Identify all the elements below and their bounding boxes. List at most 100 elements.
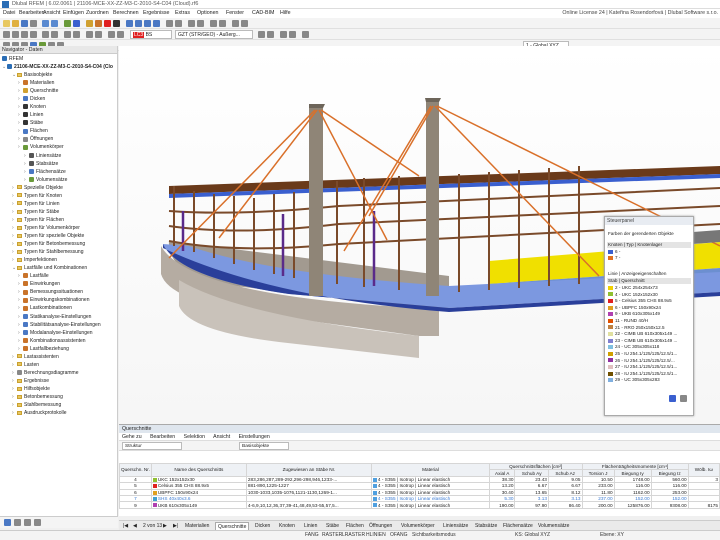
menu-extras[interactable]: Extras [175, 10, 190, 16]
measure-icon[interactable] [64, 31, 71, 38]
display-icon[interactable] [232, 20, 239, 27]
col-material[interactable]: Material [370, 463, 490, 477]
cross-section-color-item[interactable]: 28 - IU 254.1/125/125/12.5/1... [608, 371, 677, 376]
panel-icon[interactable] [302, 31, 309, 38]
copy-icon[interactable] [21, 31, 28, 38]
cross-section-color-item[interactable]: 6 - UBPFC 150x90x24 [608, 305, 661, 310]
cross-section-color-item[interactable]: 5 - Celsius 355 CHS 88.9x5 [608, 298, 672, 303]
display-tab-icon[interactable] [14, 519, 21, 526]
navigator-item[interactable]: › Dicken [18, 96, 45, 103]
menu-bearbeiten[interactable]: Bearbeiten [150, 434, 175, 440]
menu-selektion[interactable]: Selektion [184, 434, 205, 440]
cell-az[interactable]: 86.40 [547, 501, 583, 509]
navigator-item[interactable]: › Liniensätze [24, 153, 61, 160]
zoom-icon[interactable] [166, 20, 173, 27]
sheet-tab[interactable]: Volumenkörper [399, 522, 437, 530]
snap-fang[interactable]: FANG [305, 532, 319, 538]
menu-zuordnen[interactable]: Zuordnen [86, 10, 109, 16]
rotate-icon[interactable] [30, 31, 37, 38]
next-page-icon[interactable]: ▶ [161, 522, 169, 530]
cross-section-color-item[interactable]: 2 - UKC 254x254x73 [608, 285, 658, 290]
render-icon[interactable] [188, 20, 195, 27]
sheet-tab[interactable]: Öffnungen [367, 522, 394, 530]
col-name[interactable]: Name des Querschnitts [150, 463, 247, 477]
visibility-mode[interactable]: Sichtbarkeitsmodus [412, 532, 456, 538]
navigator-item[interactable]: › Stäbe [18, 120, 43, 127]
first-page-icon[interactable]: |◀ [121, 522, 130, 530]
menu-ansicht[interactable]: Ansicht [213, 434, 230, 440]
menu-cad-bim[interactable]: CAD-BIM [252, 10, 274, 16]
navigator-item[interactable]: › Materialien [18, 80, 54, 87]
redo-icon[interactable] [51, 20, 58, 27]
last-page-icon[interactable]: ▶| [171, 522, 180, 530]
view-top-icon[interactable] [144, 20, 151, 27]
menu-gehe-zu[interactable]: Gehe zu [122, 434, 142, 440]
node-type-item[interactable]: 6 - [608, 249, 620, 254]
menu-berechnen[interactable]: Berechnen [113, 10, 139, 16]
sheet-tab[interactable]: Flächensätze [501, 522, 535, 530]
navigator-item[interactable]: › Linien [18, 112, 43, 119]
results-icon[interactable] [113, 20, 120, 27]
navigator-item[interactable]: › Modalanalyse-Einstellungen [18, 330, 93, 337]
navigator-item[interactable]: › Flächensätze [24, 169, 66, 176]
snap-raster[interactable]: RASTER [322, 532, 342, 538]
snap-lraster[interactable]: LRASTER [342, 532, 365, 538]
mirror-icon[interactable] [42, 31, 49, 38]
navigator-item[interactable]: › Lastfallbeziehung [18, 346, 69, 353]
navigator-item[interactable]: › Volumensätze [24, 177, 67, 184]
cell-ay[interactable]: 97.90 [514, 501, 549, 509]
navigator-item[interactable]: › Typen für Volumenkörper [12, 225, 80, 232]
menu-bearbeiten[interactable]: Bearbeiten [19, 10, 45, 16]
menu-einstellungen[interactable]: Einstellungen [239, 434, 270, 440]
cell-assigned[interactable]: 4-6,9,10,12,36,37,39-41,48,49,53-55,57,5… [245, 501, 372, 509]
menu-ansicht[interactable]: Ansicht [43, 10, 60, 16]
navigator-item[interactable]: › Kombinationsassistenten [18, 338, 86, 345]
next-icon[interactable] [267, 31, 274, 38]
navigator-item[interactable]: › Querschnitte [18, 88, 58, 95]
select-icon[interactable] [3, 31, 10, 38]
basic-objects-dropdown[interactable]: Basisobjekte [239, 442, 289, 450]
menu-einfuegen[interactable]: Einfügen [63, 10, 84, 16]
navigator-item[interactable]: › Ergebnisse [12, 378, 49, 385]
filter-icon[interactable] [680, 395, 687, 402]
navigator-item[interactable]: › Einwirkungskombinationen [18, 297, 89, 304]
snap-hlinien[interactable]: HLINIEN [366, 532, 386, 538]
navigator-item[interactable]: › Stabilitätsanalyse-Einstellungen [18, 322, 101, 329]
menu-hilfe[interactable]: Hilfe [280, 10, 291, 16]
cross-section-color-item[interactable]: 9 - UKB 610x305x149 [608, 311, 660, 316]
menu-datei[interactable]: Datei [3, 10, 15, 16]
sheet-tab[interactable]: Materialien [183, 522, 211, 530]
cell-iy[interactable]: 125876.00 [613, 501, 652, 509]
settings-icon[interactable] [669, 395, 676, 402]
navigator-item[interactable]: › Lastassistenten [12, 354, 59, 361]
snap-ofang[interactable]: OFANG [390, 532, 408, 538]
structure-dropdown[interactable]: Struktur [122, 442, 182, 450]
move-icon[interactable] [12, 31, 19, 38]
navigator-item[interactable]: › Berechnungsdiagramme [12, 370, 78, 377]
navigator-item[interactable]: › Typen für Stäbe [12, 209, 59, 216]
cross-section-color-item[interactable]: 25 - IU 254.1/125/125/12.5/1... [608, 351, 677, 356]
cross-section-color-item[interactable]: 21 - RRO 250x150x12.5 [608, 325, 665, 330]
cross-section-color-item[interactable]: 24 - UC 305x305x118 [608, 344, 659, 349]
cell-a[interactable]: 190.00 [488, 501, 516, 509]
navigator-item[interactable]: › Knoten [18, 104, 46, 111]
view-front-icon[interactable] [126, 20, 133, 27]
sheet-tab[interactable]: Stäbe [324, 522, 341, 530]
navigator-item[interactable]: › Ausdruckprotokolle [12, 410, 67, 417]
view-iso-icon[interactable] [153, 20, 160, 27]
cross-section-color-item[interactable]: 11 - RUND 40/H [608, 318, 648, 323]
navigator-item[interactable]: › Lastfälle [18, 273, 49, 280]
navigator-item[interactable]: › Betonbemessung [12, 394, 63, 401]
node-type-item[interactable]: 7 - [608, 255, 620, 260]
navigator-item[interactable]: › Bemessungssituationen [18, 289, 83, 296]
col-no[interactable]: Querschn. Nr. [119, 463, 152, 477]
navigator-item[interactable]: › Lasten [12, 362, 39, 369]
cross-section-color-item[interactable]: 29 - UC 305x305x283 [608, 377, 660, 382]
zoom-all-icon[interactable] [175, 20, 182, 27]
navigator-item[interactable]: › Flächen [18, 128, 48, 135]
cross-section-color-item[interactable]: 26 - IU 254.1/125/125/12.5/... [608, 358, 675, 363]
cross-section-color-item[interactable]: 4 - UKC 152x152x30 [608, 292, 658, 297]
col-assigned[interactable]: Zugewiesen an Stäbe Nr. [245, 463, 372, 477]
views-tab-icon[interactable] [24, 519, 31, 526]
prev-icon[interactable] [258, 31, 265, 38]
